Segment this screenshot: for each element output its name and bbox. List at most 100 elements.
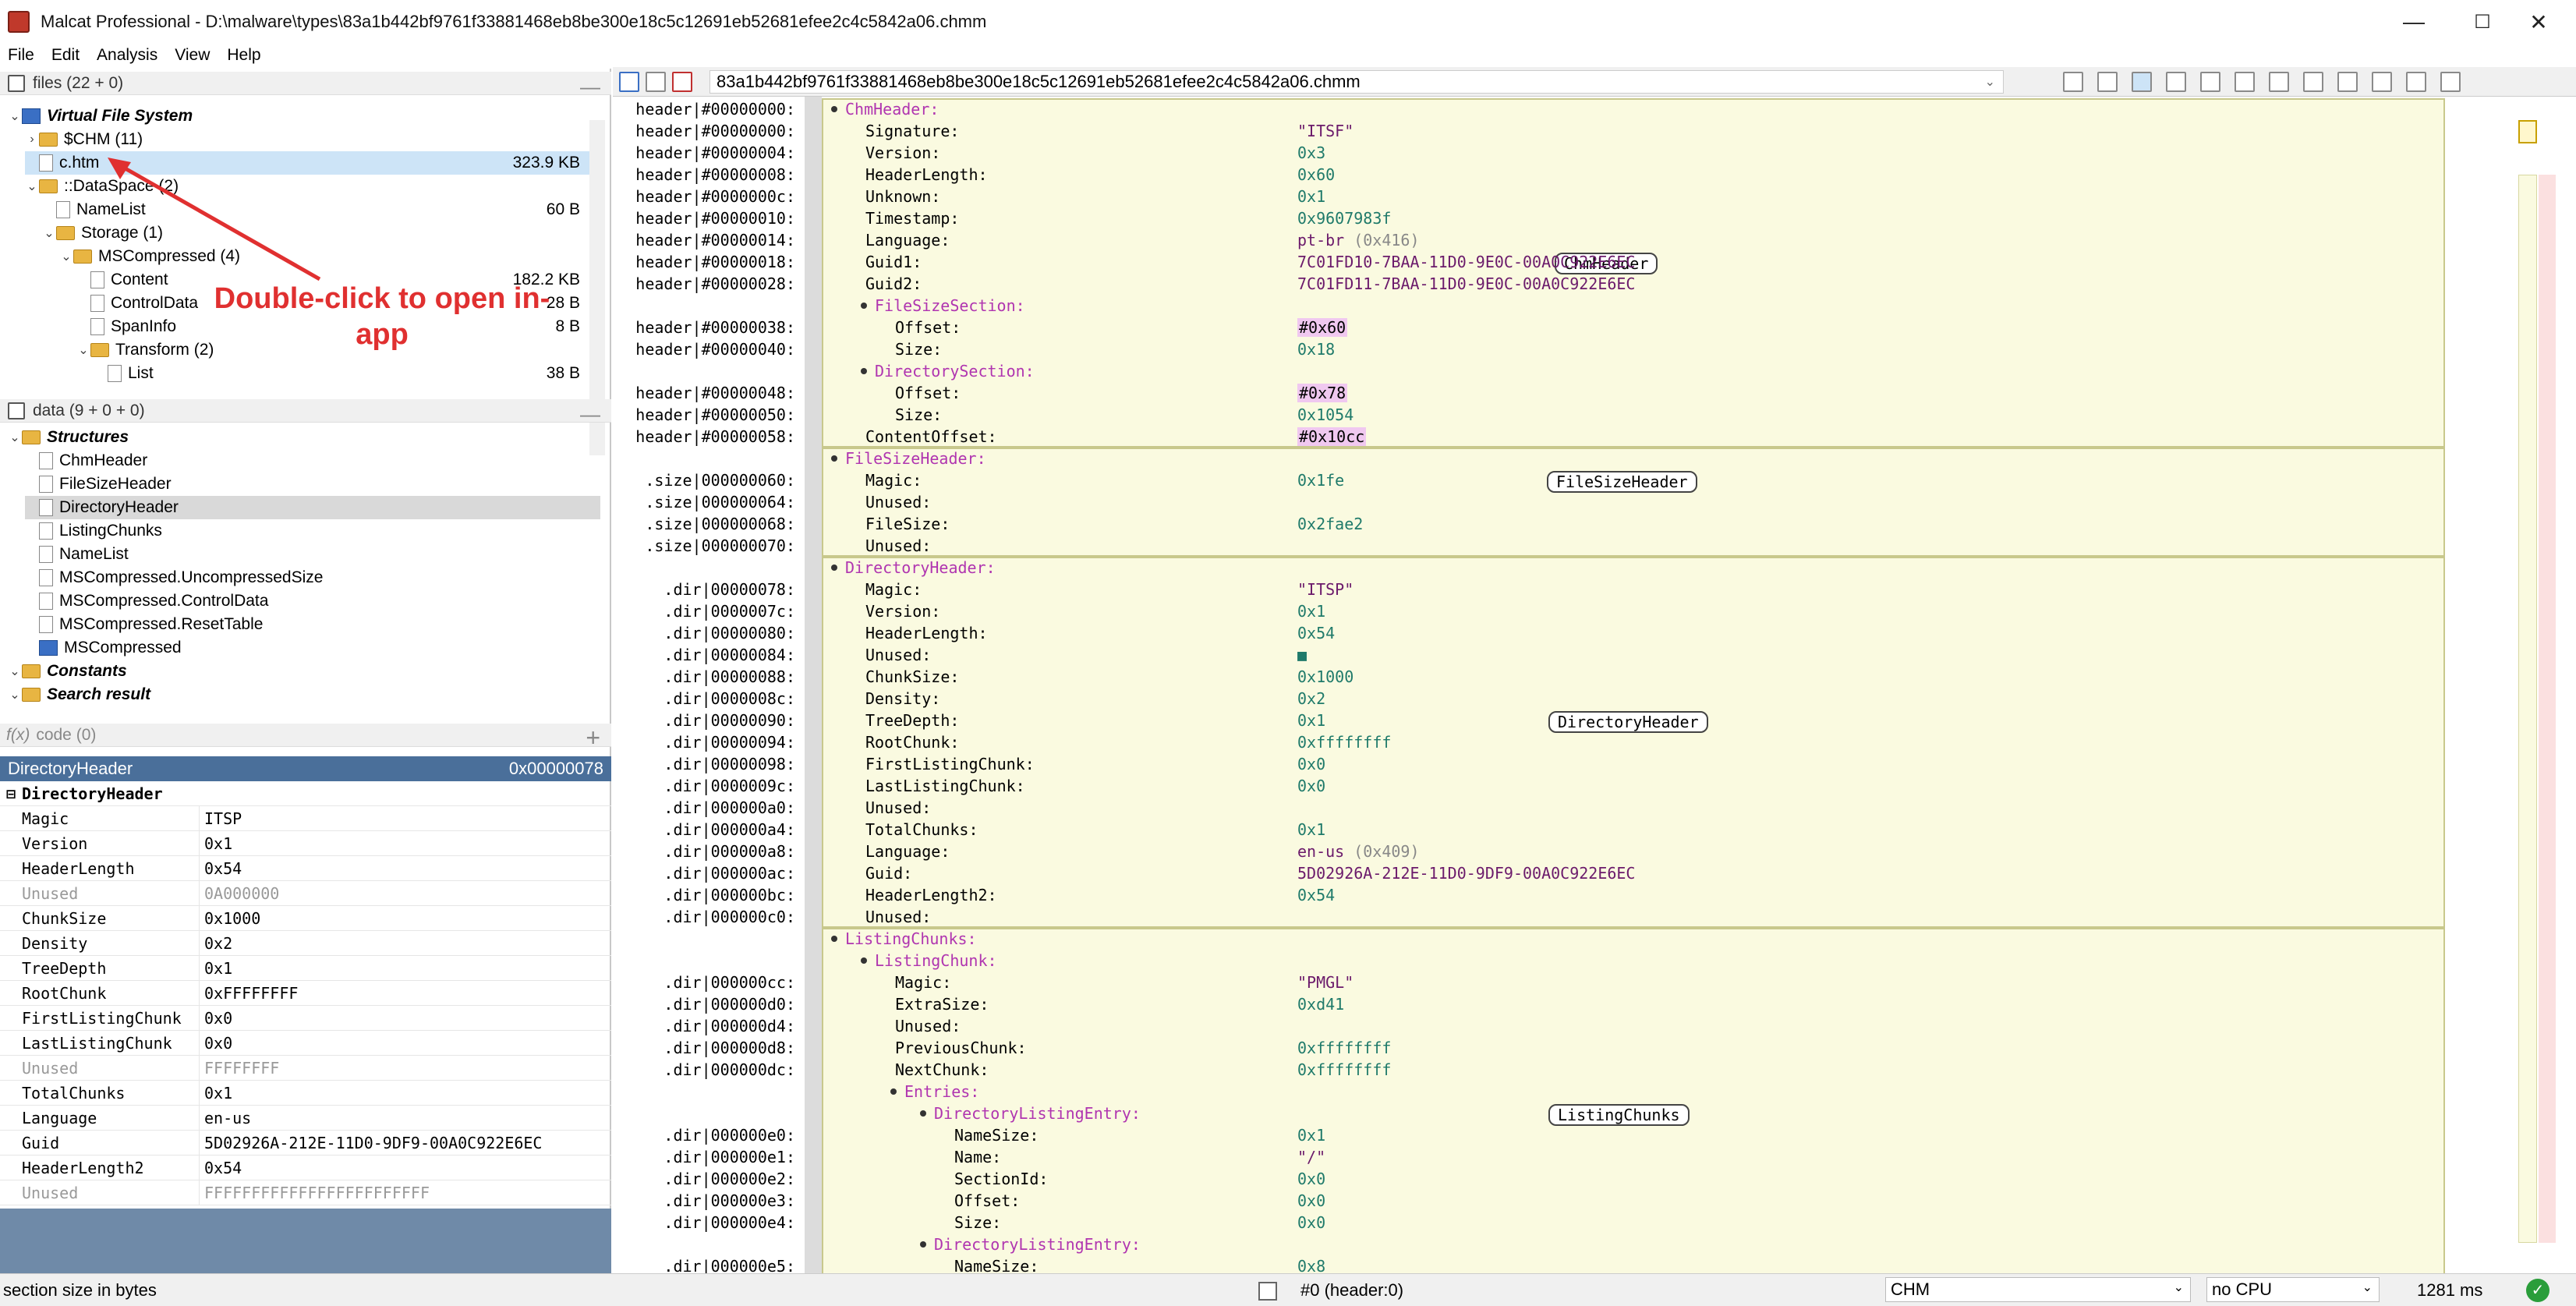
- view-mode-icon[interactable]: [2235, 72, 2255, 92]
- field-label[interactable]: Unused:: [865, 797, 931, 819]
- property-row[interactable]: LastListingChunk 0x0: [0, 1031, 611, 1056]
- field-label[interactable]: Unused:: [865, 906, 931, 928]
- collapse-icon[interactable]: —: [580, 402, 600, 426]
- close-button[interactable]: ✕: [2501, 0, 2576, 44]
- tree-item[interactable]: MSCompressed.UncompressedSize: [25, 566, 600, 589]
- field-label[interactable]: NameSize:: [954, 1255, 1039, 1273]
- field-label[interactable]: Guid1:: [865, 251, 922, 273]
- field-label[interactable]: Timestamp:: [865, 207, 959, 229]
- expander-icon[interactable]: ⌄: [8, 687, 22, 703]
- tree-item[interactable]: ⌄ Search result: [8, 683, 600, 706]
- field-label[interactable]: TotalChunks:: [865, 819, 978, 841]
- property-row[interactable]: Density 0x2: [0, 931, 611, 956]
- property-row[interactable]: TotalChunks 0x1: [0, 1081, 611, 1106]
- field-label[interactable]: Name:: [954, 1146, 1001, 1168]
- field-value[interactable]: 0x1: [1297, 1124, 1325, 1146]
- property-row[interactable]: ChunkSize 0x1000: [0, 906, 611, 931]
- field-label[interactable]: Unused:: [865, 644, 931, 666]
- field-label[interactable]: ChmHeader:: [845, 98, 939, 120]
- field-value[interactable]: 0x2: [1297, 688, 1325, 710]
- field-value[interactable]: 0xffffffff: [1297, 1037, 1391, 1059]
- property-row[interactable]: Unused FFFFFFFFFFFFFFFFFFFFFFFF: [0, 1180, 611, 1205]
- view-mode-icon[interactable]: [2406, 72, 2426, 92]
- field-label[interactable]: Offset:: [954, 1190, 1020, 1212]
- property-row[interactable]: Version 0x1: [0, 831, 611, 856]
- collapse-icon[interactable]: —: [580, 75, 600, 99]
- tree-item[interactable]: ListingChunks: [25, 519, 600, 543]
- field-value[interactable]: "PMGL": [1297, 972, 1353, 993]
- expander-icon[interactable]: ⌄: [25, 179, 39, 194]
- field-value[interactable]: 0x0: [1297, 1190, 1325, 1212]
- minimize-button[interactable]: —: [2376, 0, 2451, 44]
- view-mode-icon[interactable]: [2063, 72, 2083, 92]
- field-value[interactable]: ■: [1297, 644, 1307, 666]
- field-label[interactable]: NameSize:: [954, 1124, 1039, 1146]
- property-row[interactable]: HeaderLength 0x54: [0, 856, 611, 881]
- property-row[interactable]: Unused 0A000000: [0, 881, 611, 906]
- field-label[interactable]: TreeDepth:: [865, 710, 959, 731]
- field-label[interactable]: DirectoryListingEntry:: [934, 1102, 1141, 1124]
- expander-icon[interactable]: ⌄: [76, 342, 90, 358]
- view-mode-icon[interactable]: [2372, 72, 2392, 92]
- field-label[interactable]: Magic:: [865, 469, 922, 491]
- field-label[interactable]: Size:: [895, 338, 942, 360]
- field-label[interactable]: ChunkSize:: [865, 666, 959, 688]
- tree-item[interactable]: MSCompressed.ResetTable: [25, 613, 600, 636]
- field-value[interactable]: 0xd41: [1297, 993, 1344, 1015]
- add-icon[interactable]: +: [586, 724, 600, 752]
- struct-tag[interactable]: DirectoryHeader: [1548, 711, 1708, 733]
- field-value[interactable]: 0x18: [1297, 338, 1335, 360]
- field-label[interactable]: Density:: [865, 688, 940, 710]
- field-value[interactable]: 0x54: [1297, 884, 1335, 906]
- field-value[interactable]: 7C01FD10-7BAA-11D0-9E0C-00A0C922E6EC: [1297, 251, 1635, 273]
- view-mode-icon[interactable]: [2440, 72, 2461, 92]
- field-value[interactable]: 7C01FD11-7BAA-11D0-9E0C-00A0C922E6EC: [1297, 273, 1635, 295]
- view-mode-icon[interactable]: [2337, 72, 2358, 92]
- field-value[interactable]: 0x54: [1297, 622, 1335, 644]
- field-label[interactable]: Unused:: [865, 491, 931, 513]
- tree-item[interactable]: List 38 B: [94, 362, 600, 385]
- view-mode-icon[interactable]: [2166, 72, 2186, 92]
- field-label[interactable]: HeaderLength:: [865, 164, 988, 186]
- field-label[interactable]: Offset:: [895, 317, 961, 338]
- file-icon[interactable]: [646, 72, 666, 92]
- tree-item[interactable]: DirectoryHeader: [25, 496, 600, 519]
- expander-icon[interactable]: ⌄: [42, 225, 56, 241]
- property-row[interactable]: TreeDepth 0x1: [0, 956, 611, 981]
- field-label[interactable]: Entries:: [904, 1081, 979, 1102]
- field-label[interactable]: FileSizeSection:: [875, 295, 1025, 317]
- field-value[interactable]: #0x10cc: [1297, 426, 1367, 448]
- view-mode-icon[interactable]: [2097, 72, 2118, 92]
- field-value[interactable]: 0x0: [1297, 1212, 1325, 1233]
- field-label[interactable]: Guid:: [865, 862, 912, 884]
- field-label[interactable]: ContentOffset:: [865, 426, 997, 448]
- cpu-select[interactable]: no CPU ⌄: [2206, 1277, 2380, 1302]
- view-mode-icon[interactable]: [2200, 72, 2220, 92]
- struct-tag[interactable]: ListingChunks: [1548, 1104, 1690, 1126]
- property-row[interactable]: RootChunk 0xFFFFFFFF: [0, 981, 611, 1006]
- format-select[interactable]: CHM ⌄: [1885, 1277, 2191, 1302]
- close-file-icon[interactable]: [672, 72, 692, 92]
- field-label[interactable]: FirstListingChunk:: [865, 753, 1035, 775]
- field-label[interactable]: Guid2:: [865, 273, 922, 295]
- field-label[interactable]: FileSizeHeader:: [845, 448, 986, 469]
- field-value[interactable]: 0x1054: [1297, 404, 1353, 426]
- field-label[interactable]: Version:: [865, 600, 940, 622]
- field-label[interactable]: NextChunk:: [895, 1059, 989, 1081]
- property-row[interactable]: FirstListingChunk 0x0: [0, 1006, 611, 1031]
- props-group-row[interactable]: ⊟ DirectoryHeader: [0, 781, 611, 806]
- tree-item[interactable]: FileSizeHeader: [25, 472, 600, 496]
- expander-icon[interactable]: ⌄: [59, 249, 73, 264]
- expander-icon[interactable]: ⌄: [8, 108, 22, 124]
- field-label[interactable]: LastListingChunk:: [865, 775, 1025, 797]
- tree-item[interactable]: MSCompressed: [25, 636, 600, 660]
- field-value[interactable]: 0x0: [1297, 775, 1325, 797]
- menu-view[interactable]: View: [167, 46, 219, 65]
- field-label[interactable]: Language:: [865, 841, 950, 862]
- menu-edit[interactable]: Edit: [44, 46, 89, 65]
- field-label[interactable]: Unused:: [865, 535, 931, 557]
- field-label[interactable]: RootChunk:: [865, 731, 959, 753]
- field-label[interactable]: Magic:: [895, 972, 951, 993]
- field-value[interactable]: 0x3: [1297, 142, 1325, 164]
- property-row[interactable]: Guid 5D02926A-212E-11D0-9DF9-00A0C922E6EC: [0, 1131, 611, 1156]
